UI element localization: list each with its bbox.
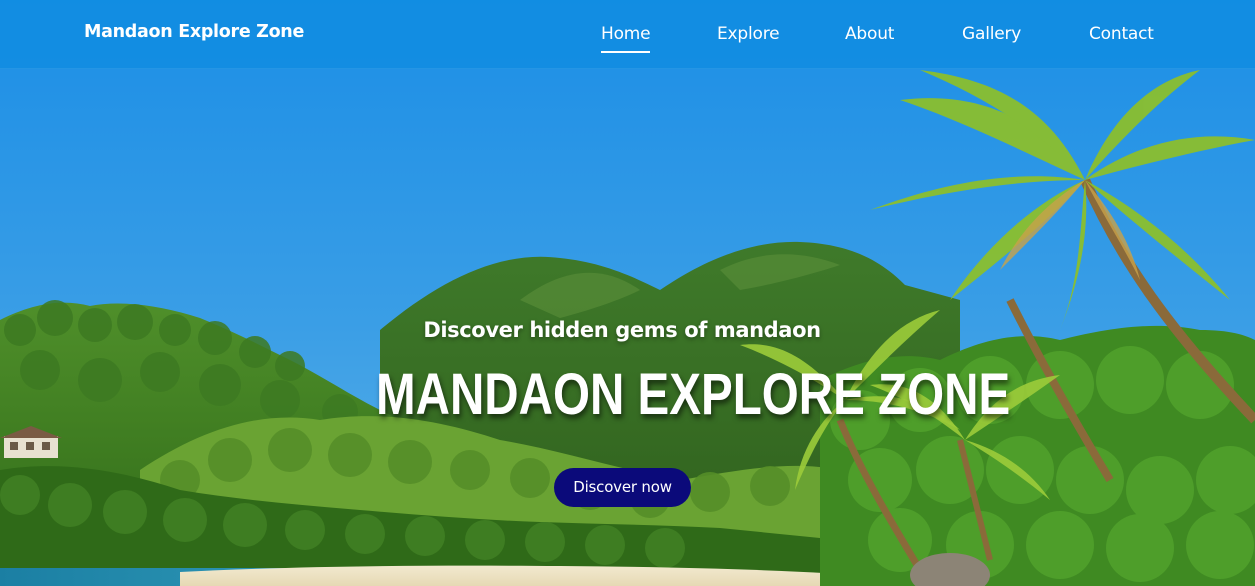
nav-link-contact[interactable]: Contact: [1089, 24, 1154, 44]
hero-section: Discover hidden gems of mandaon MANDAON …: [0, 0, 1255, 586]
nav-link-about[interactable]: About: [845, 24, 894, 44]
hero-title: MANDAON EXPLORE ZONE: [376, 362, 1011, 427]
discover-now-button[interactable]: Discover now: [554, 468, 691, 507]
nav-link-home[interactable]: Home: [601, 24, 651, 53]
hero-tagline: Discover hidden gems of mandaon: [423, 318, 821, 342]
nav-link-explore[interactable]: Explore: [717, 24, 780, 44]
page: Mandaon Explore Zone Home Explore About …: [0, 0, 1255, 586]
brand-logo[interactable]: Mandaon Explore Zone: [84, 22, 304, 42]
navbar: Mandaon Explore Zone Home Explore About …: [0, 0, 1255, 69]
nav-link-gallery[interactable]: Gallery: [962, 24, 1021, 44]
